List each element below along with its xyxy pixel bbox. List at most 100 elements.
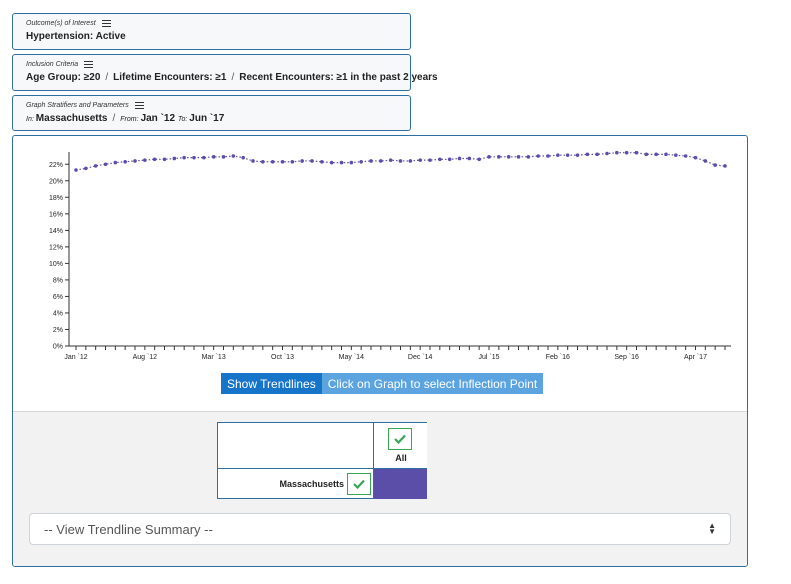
outcome-value: Hypertension: Active bbox=[26, 31, 126, 42]
data-point bbox=[280, 159, 285, 164]
y-tick-label: 14% bbox=[49, 228, 63, 235]
x-tick-label: Jan `12 bbox=[64, 354, 87, 361]
y-tick-label: 12% bbox=[49, 244, 63, 251]
data-point bbox=[605, 151, 609, 156]
data-point bbox=[113, 160, 118, 165]
checkmark-icon bbox=[394, 434, 406, 444]
data-point bbox=[320, 159, 324, 164]
data-point bbox=[674, 153, 678, 157]
x-tick-label: Apr `17 bbox=[684, 354, 707, 361]
x-tick-label: Sep `16 bbox=[614, 354, 639, 361]
inclusion-label: Inclusion Criteria bbox=[26, 61, 79, 68]
data-point bbox=[506, 155, 511, 159]
select-value: -- View Trendline Summary -- bbox=[44, 521, 213, 537]
data-point bbox=[477, 157, 481, 162]
series-color-cell[interactable] bbox=[373, 468, 427, 499]
data-point bbox=[290, 159, 295, 164]
inclusion-item-lifetime: Lifetime Encounters: ≥1 bbox=[113, 72, 227, 83]
x-tick-label: Mar `13 bbox=[202, 354, 226, 361]
stratifiers-box[interactable]: Graph Stratifiers and Parameters In: Mass… bbox=[12, 95, 411, 131]
massachusetts-row-checkbox[interactable] bbox=[347, 472, 371, 495]
y-tick-label: 8% bbox=[53, 277, 63, 284]
from-date: Jan `12 bbox=[140, 113, 176, 124]
data-point bbox=[487, 155, 491, 159]
data-point bbox=[497, 155, 501, 159]
data-point bbox=[103, 162, 108, 167]
data-point bbox=[723, 164, 727, 168]
data-point bbox=[202, 155, 206, 160]
table-corner-cell bbox=[217, 422, 374, 469]
hamburger-menu-icon[interactable] bbox=[84, 59, 94, 70]
data-point bbox=[654, 152, 658, 157]
y-tick-label: 6% bbox=[53, 294, 63, 301]
data-point bbox=[556, 153, 560, 157]
data-point bbox=[624, 150, 629, 155]
all-column-checkbox[interactable] bbox=[388, 428, 412, 450]
y-tick-label: 22% bbox=[49, 162, 63, 169]
data-point bbox=[438, 157, 442, 162]
data-point bbox=[84, 166, 88, 171]
outcome-label: Outcome(s) of Interest bbox=[26, 20, 96, 27]
inclusion-item-age: Age Group: ≥20 bbox=[26, 72, 101, 83]
data-point bbox=[359, 159, 363, 164]
x-tick-label: Feb `16 bbox=[546, 354, 570, 361]
data-point bbox=[349, 160, 354, 165]
graph-panel: 0% 2% 4% 6% 8% 10% 12% 14% 16% 18% 20% 22% Jan `12 Au… bbox=[12, 135, 748, 567]
inclusion-criteria-box[interactable]: Inclusion Criteria Age Group: ≥20/Lifeti… bbox=[12, 54, 438, 91]
stratifiers-label: Graph Stratifiers and Parameters bbox=[26, 102, 129, 109]
data-point bbox=[546, 154, 550, 158]
data-point bbox=[595, 152, 599, 157]
data-point bbox=[192, 155, 196, 160]
y-tick-label: 18% bbox=[49, 195, 63, 202]
show-trendlines-button[interactable]: Show Trendlines bbox=[221, 373, 322, 394]
y-tick-label: 0% bbox=[53, 344, 63, 351]
data-point bbox=[467, 156, 472, 161]
select-inflection-button[interactable]: Click on Graph to select Inflection Poin… bbox=[321, 373, 544, 394]
trendline-summary-select[interactable]: -- View Trendline Summary -- ▲ ▼ bbox=[29, 513, 731, 545]
data-point bbox=[615, 150, 619, 155]
data-point bbox=[516, 155, 521, 159]
data-point bbox=[172, 156, 177, 161]
data-point bbox=[211, 155, 216, 159]
trend-chart[interactable]: 0% 2% 4% 6% 8% 10% 12% 14% 16% 18% 20% 22% Jan `12 Au… bbox=[13, 136, 748, 370]
row-label: Massachusetts bbox=[279, 478, 344, 489]
x-tick-label: Oct `13 bbox=[271, 354, 294, 361]
location-value: Massachusetts bbox=[35, 113, 108, 124]
data-point bbox=[231, 154, 236, 158]
x-tick-label: May `14 bbox=[339, 354, 364, 361]
data-point bbox=[634, 150, 639, 155]
data-point bbox=[300, 159, 304, 163]
data-point bbox=[143, 158, 147, 162]
data-point bbox=[683, 154, 688, 158]
y-tick-label: 2% bbox=[53, 327, 63, 334]
data-point bbox=[270, 159, 275, 164]
data-point bbox=[693, 155, 698, 160]
x-tick-label: Aug `12 bbox=[133, 354, 158, 361]
data-point bbox=[339, 160, 344, 165]
data-point bbox=[251, 159, 255, 163]
data-point bbox=[565, 153, 570, 157]
y-tick-label: 10% bbox=[49, 261, 63, 268]
hamburger-menu-icon[interactable] bbox=[101, 18, 111, 29]
y-tick-label: 4% bbox=[53, 310, 63, 317]
x-tick-label: Dec `14 bbox=[408, 354, 433, 361]
select-caret-icon: ▲ ▼ bbox=[708, 521, 716, 536]
data-point bbox=[585, 152, 590, 157]
data-point bbox=[369, 159, 373, 163]
outcome-criteria-box[interactable]: Outcome(s) of Interest Hypertension: Act… bbox=[12, 13, 411, 50]
data-point bbox=[428, 158, 432, 162]
column-label-all: All bbox=[395, 453, 407, 463]
data-point bbox=[575, 153, 580, 157]
stratifiers-values: In: Massachusetts / From: Jan `12 To: Jun `17 bbox=[26, 113, 225, 124]
data-point bbox=[447, 157, 452, 162]
data-point bbox=[379, 159, 383, 163]
data-point bbox=[133, 159, 137, 163]
hamburger-menu-icon[interactable] bbox=[134, 100, 144, 111]
data-point bbox=[457, 156, 462, 161]
row-header-massachusetts: Massachusetts bbox=[217, 468, 374, 499]
data-point bbox=[713, 163, 717, 167]
data-point bbox=[329, 160, 334, 165]
to-date: Jun `17 bbox=[189, 113, 225, 124]
data-point bbox=[388, 158, 393, 162]
data-point bbox=[408, 159, 413, 163]
